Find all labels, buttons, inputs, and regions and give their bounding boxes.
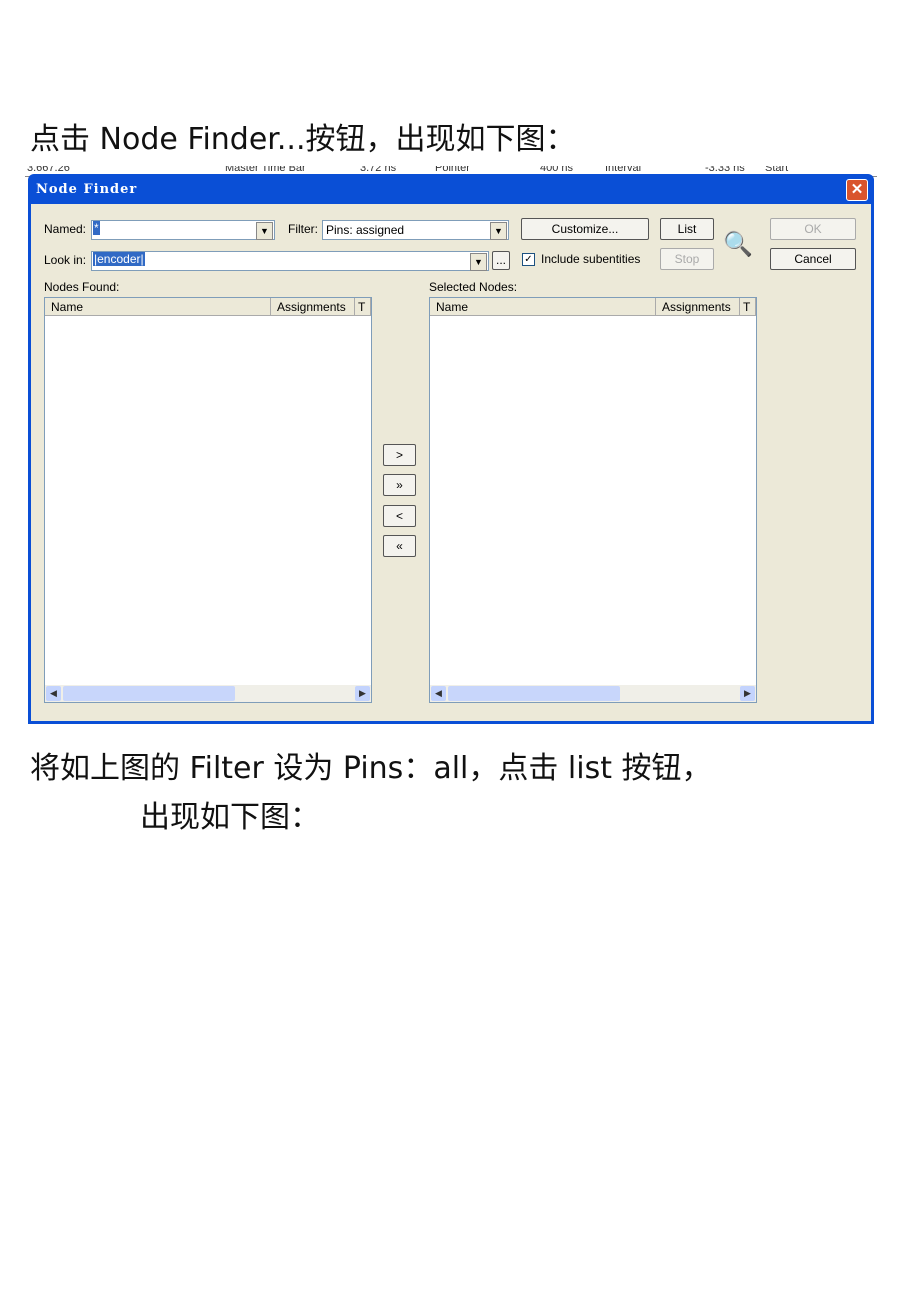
caption-bottom-2: 出现如下图： — [140, 800, 320, 835]
remove-selected-button[interactable]: < — [383, 505, 416, 527]
column-t[interactable]: T — [355, 298, 371, 316]
stop-button[interactable]: Stop — [660, 248, 714, 270]
column-name[interactable]: Name — [45, 298, 271, 316]
ok-button[interactable]: OK — [770, 218, 856, 240]
column-assignments[interactable]: Assignments — [271, 298, 355, 316]
magnifier-icon: 🔍 — [723, 231, 753, 258]
chevron-down-icon[interactable]: ▼ — [470, 253, 487, 271]
add-all-button[interactable]: » — [383, 474, 416, 496]
horizontal-scrollbar[interactable]: ◀ ▶ — [45, 685, 371, 702]
cancel-button[interactable]: Cancel — [770, 248, 856, 270]
nodes-found-list[interactable]: Name Assignments T ◀ ▶ — [44, 297, 372, 703]
list-button[interactable]: List — [660, 218, 714, 240]
horizontal-scrollbar[interactable]: ◀ ▶ — [430, 685, 756, 702]
close-button[interactable]: ✕ — [846, 179, 868, 201]
scroll-right-icon: ▶ — [740, 686, 755, 701]
scroll-left-icon: ◀ — [431, 686, 446, 701]
lookin-label: Look in: — [44, 253, 87, 267]
scroll-right-icon: ▶ — [355, 686, 370, 701]
lookin-combobox[interactable]: |encoder| ▼ — [91, 251, 489, 271]
dialog-title: Node Finder — [36, 182, 138, 197]
nodes-found-label: Nodes Found: — [44, 280, 120, 294]
include-subentities-label: Include subentities — [541, 252, 641, 266]
include-subentities-checkbox[interactable]: ✓ — [522, 253, 535, 266]
remove-all-button[interactable]: « — [383, 535, 416, 557]
caption-bottom-1: 将如上图的 Filter 设为 Pins：all，点击 list 按钮， — [30, 751, 712, 786]
column-t[interactable]: T — [740, 298, 756, 316]
chevron-down-icon[interactable]: ▼ — [256, 222, 273, 240]
selected-nodes-label: Selected Nodes: — [429, 280, 518, 294]
selected-nodes-list[interactable]: Name Assignments T ◀ ▶ — [429, 297, 757, 703]
caption-top: 点击 Node Finder...按钮，出现如下图： — [30, 122, 576, 157]
customize-button[interactable]: Customize... — [521, 218, 649, 240]
filter-label: Filter: — [288, 222, 318, 236]
browse-button[interactable]: ... — [492, 251, 510, 270]
node-finder-dialog: Node Finder ✕ Named: * ▼ Filter: Pins: as… — [28, 174, 874, 724]
chevron-down-icon[interactable]: ▼ — [490, 222, 507, 240]
named-combobox[interactable]: * ▼ — [91, 220, 275, 240]
named-label: Named: — [44, 222, 87, 236]
filter-combobox[interactable]: Pins: assigned ▼ — [322, 220, 509, 240]
scroll-left-icon: ◀ — [46, 686, 61, 701]
column-assignments[interactable]: Assignments — [656, 298, 740, 316]
add-selected-button[interactable]: > — [383, 444, 416, 466]
column-name[interactable]: Name — [430, 298, 656, 316]
